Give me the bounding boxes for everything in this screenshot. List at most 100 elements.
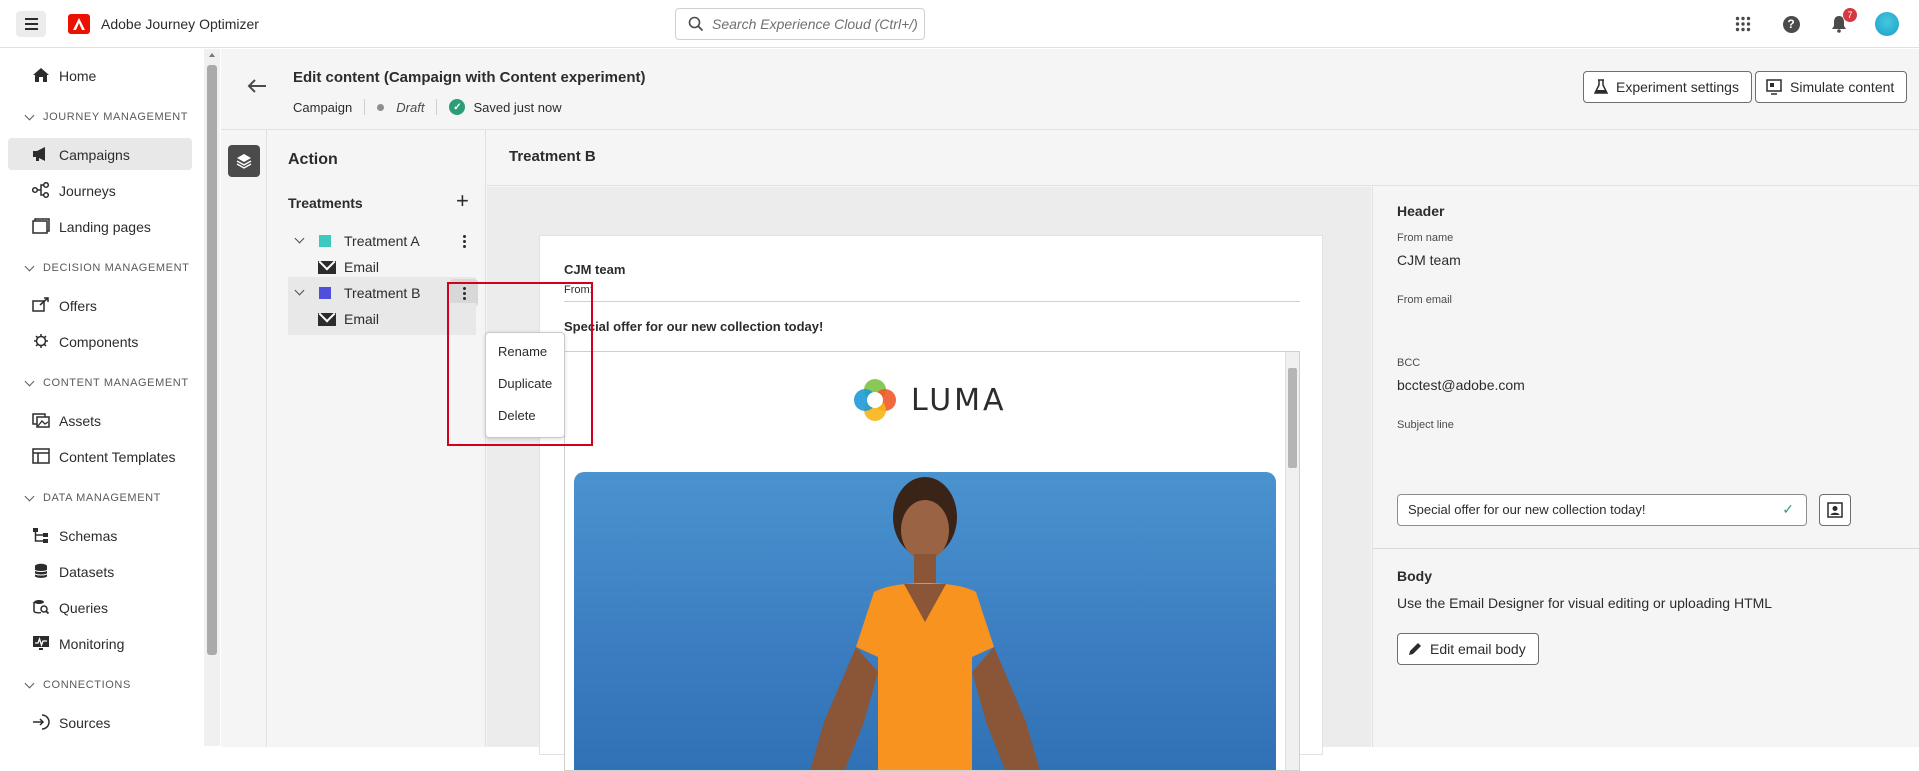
nav-queries-label: Queries bbox=[59, 600, 109, 616]
schema-icon bbox=[33, 528, 48, 543]
nav-sources[interactable]: Sources bbox=[8, 706, 192, 738]
chevron-down-icon[interactable] bbox=[294, 233, 305, 244]
dataset-icon bbox=[34, 563, 48, 578]
content-editor: Treatment B CJM team From: Special offer… bbox=[487, 130, 1919, 771]
home-icon bbox=[33, 68, 49, 82]
bcc-value[interactable]: bcctest@adobe.com bbox=[1397, 377, 1525, 393]
preview-subject: Special offer for our new collection tod… bbox=[564, 319, 824, 334]
email-icon bbox=[318, 313, 336, 326]
email-preview-card: CJM team From: Special offer for our new… bbox=[539, 235, 1323, 771]
nav-home[interactable]: Home bbox=[8, 59, 192, 91]
nav-sources-label: Sources bbox=[59, 715, 111, 731]
simulate-icon bbox=[1766, 79, 1782, 95]
subject-line-label: Subject line bbox=[1397, 419, 1454, 431]
left-rail bbox=[221, 130, 267, 747]
nav-monitoring[interactable]: Monitoring bbox=[8, 627, 192, 659]
pencil-icon bbox=[1409, 643, 1421, 655]
sources-icon bbox=[33, 714, 50, 730]
sidebar-scrollbar[interactable] bbox=[204, 49, 220, 746]
nav-content-templates[interactable]: Content Templates bbox=[8, 440, 192, 472]
chevron-down-icon[interactable] bbox=[294, 285, 305, 296]
nav-schemas[interactable]: Schemas bbox=[8, 519, 192, 551]
nav-monitoring-label: Monitoring bbox=[59, 636, 125, 652]
from-name-value[interactable]: CJM team bbox=[1397, 252, 1461, 268]
simulate-content-label: Simulate content bbox=[1790, 79, 1895, 95]
nav-campaigns-label: Campaigns bbox=[59, 147, 130, 163]
user-avatar[interactable] bbox=[1875, 12, 1899, 36]
back-arrow-icon[interactable] bbox=[247, 77, 267, 100]
page-subtitle: Campaign Draft ✓ Saved just now bbox=[293, 99, 562, 115]
treatment-name: Treatment A bbox=[344, 233, 420, 249]
notifications-bell-icon[interactable]: 7 bbox=[1827, 8, 1857, 36]
nav-assets[interactable]: Assets bbox=[8, 404, 192, 436]
subject-line-field[interactable]: Special offer for our new collection tod… bbox=[1397, 494, 1807, 526]
experiment-settings-button[interactable]: Experiment settings bbox=[1583, 71, 1752, 103]
page-title: Edit content (Campaign with Content expe… bbox=[293, 69, 646, 86]
saved-check-icon: ✓ bbox=[449, 99, 466, 115]
app-title[interactable]: Adobe Journey Optimizer bbox=[101, 16, 259, 32]
editor-header: Treatment B bbox=[487, 130, 1919, 186]
section-label: CONNECTIONS bbox=[43, 679, 131, 691]
edit-email-body-label: Edit email body bbox=[1430, 641, 1526, 657]
section-connections[interactable]: CONNECTIONS bbox=[24, 678, 131, 691]
nav-queries[interactable]: Queries bbox=[8, 591, 192, 623]
experiment-settings-label: Experiment settings bbox=[1616, 79, 1739, 95]
simulate-content-button[interactable]: Simulate content bbox=[1755, 71, 1908, 103]
edit-email-body-button[interactable]: Edit email body bbox=[1397, 633, 1539, 665]
megaphone-icon bbox=[33, 147, 45, 161]
nav-campaigns[interactable]: Campaigns bbox=[8, 138, 192, 170]
layers-button[interactable] bbox=[228, 145, 260, 177]
nav-components[interactable]: Components bbox=[8, 325, 192, 357]
personalization-icon bbox=[1827, 502, 1843, 518]
from-name-label: From name bbox=[1397, 232, 1454, 244]
email-body-preview: LUMA bbox=[564, 351, 1300, 771]
section-label: DECISION MANAGEMENT bbox=[43, 262, 190, 274]
section-label: CONTENT MANAGEMENT bbox=[43, 377, 189, 389]
top-bar: Adobe Journey Optimizer Search Experienc… bbox=[0, 0, 1919, 48]
channel-name: Email bbox=[344, 311, 380, 327]
nav-components-label: Components bbox=[59, 334, 139, 350]
apps-grid-icon[interactable] bbox=[1731, 12, 1755, 36]
section-journey-management[interactable]: JOURNEY MANAGEMENT bbox=[24, 110, 188, 123]
adobe-logo-icon[interactable] bbox=[68, 14, 90, 34]
nav-offers[interactable]: Offers bbox=[8, 289, 192, 321]
nav-datasets[interactable]: Datasets bbox=[8, 555, 192, 587]
email-icon bbox=[318, 261, 336, 274]
status-dot-icon bbox=[377, 103, 385, 111]
bcc-label: BCC bbox=[1397, 357, 1421, 369]
section-content-management[interactable]: CONTENT MANAGEMENT bbox=[24, 376, 189, 389]
nav-journeys[interactable]: Journeys bbox=[8, 174, 192, 206]
section-decision-management[interactable]: DECISION MANAGEMENT bbox=[24, 261, 190, 274]
treatments-label: Treatments bbox=[288, 195, 363, 211]
subject-line-value: Special offer for our new collection tod… bbox=[1408, 502, 1646, 517]
help-icon[interactable]: ? bbox=[1779, 12, 1803, 36]
section-label: DATA MANAGEMENT bbox=[43, 492, 161, 504]
section-data-management[interactable]: DATA MANAGEMENT bbox=[24, 491, 161, 504]
offers-icon bbox=[32, 297, 49, 312]
editor-title: Treatment B bbox=[509, 148, 596, 165]
body-hint: Use the Email Designer for visual editin… bbox=[1397, 595, 1773, 611]
preview-scrollbar[interactable] bbox=[1285, 352, 1299, 770]
nav-datasets-label: Datasets bbox=[59, 564, 115, 580]
body-section-title: Body bbox=[1397, 568, 1432, 584]
add-treatment-button[interactable]: + bbox=[456, 190, 469, 212]
hero-image bbox=[574, 472, 1276, 770]
luma-logo: LUMA bbox=[853, 378, 1007, 422]
search-input[interactable]: Search Experience Cloud (Ctrl+/) bbox=[675, 8, 925, 40]
content-type: Campaign bbox=[293, 99, 353, 115]
treatment-name: Treatment B bbox=[344, 285, 421, 301]
nav-landing-pages[interactable]: Landing pages bbox=[8, 210, 192, 242]
menu-toggle-button[interactable] bbox=[16, 11, 46, 37]
action-title: Action bbox=[288, 151, 338, 168]
treatment-color-swatch bbox=[319, 287, 331, 299]
email-preview-canvas: CJM team From: Special offer for our new… bbox=[487, 187, 1371, 771]
components-icon bbox=[34, 334, 48, 348]
left-nav: Home JOURNEY MANAGEMENT Campaigns Journe… bbox=[0, 49, 204, 746]
highlight-annotation-box bbox=[447, 282, 593, 446]
layers-icon bbox=[236, 154, 252, 169]
page-header: Edit content (Campaign with Content expe… bbox=[221, 49, 1919, 129]
properties-panel: Header From name CJM team From email BCC… bbox=[1372, 187, 1919, 747]
nav-offers-label: Offers bbox=[59, 298, 97, 314]
channel-name: Email bbox=[344, 259, 380, 275]
personalization-button[interactable] bbox=[1819, 494, 1851, 526]
